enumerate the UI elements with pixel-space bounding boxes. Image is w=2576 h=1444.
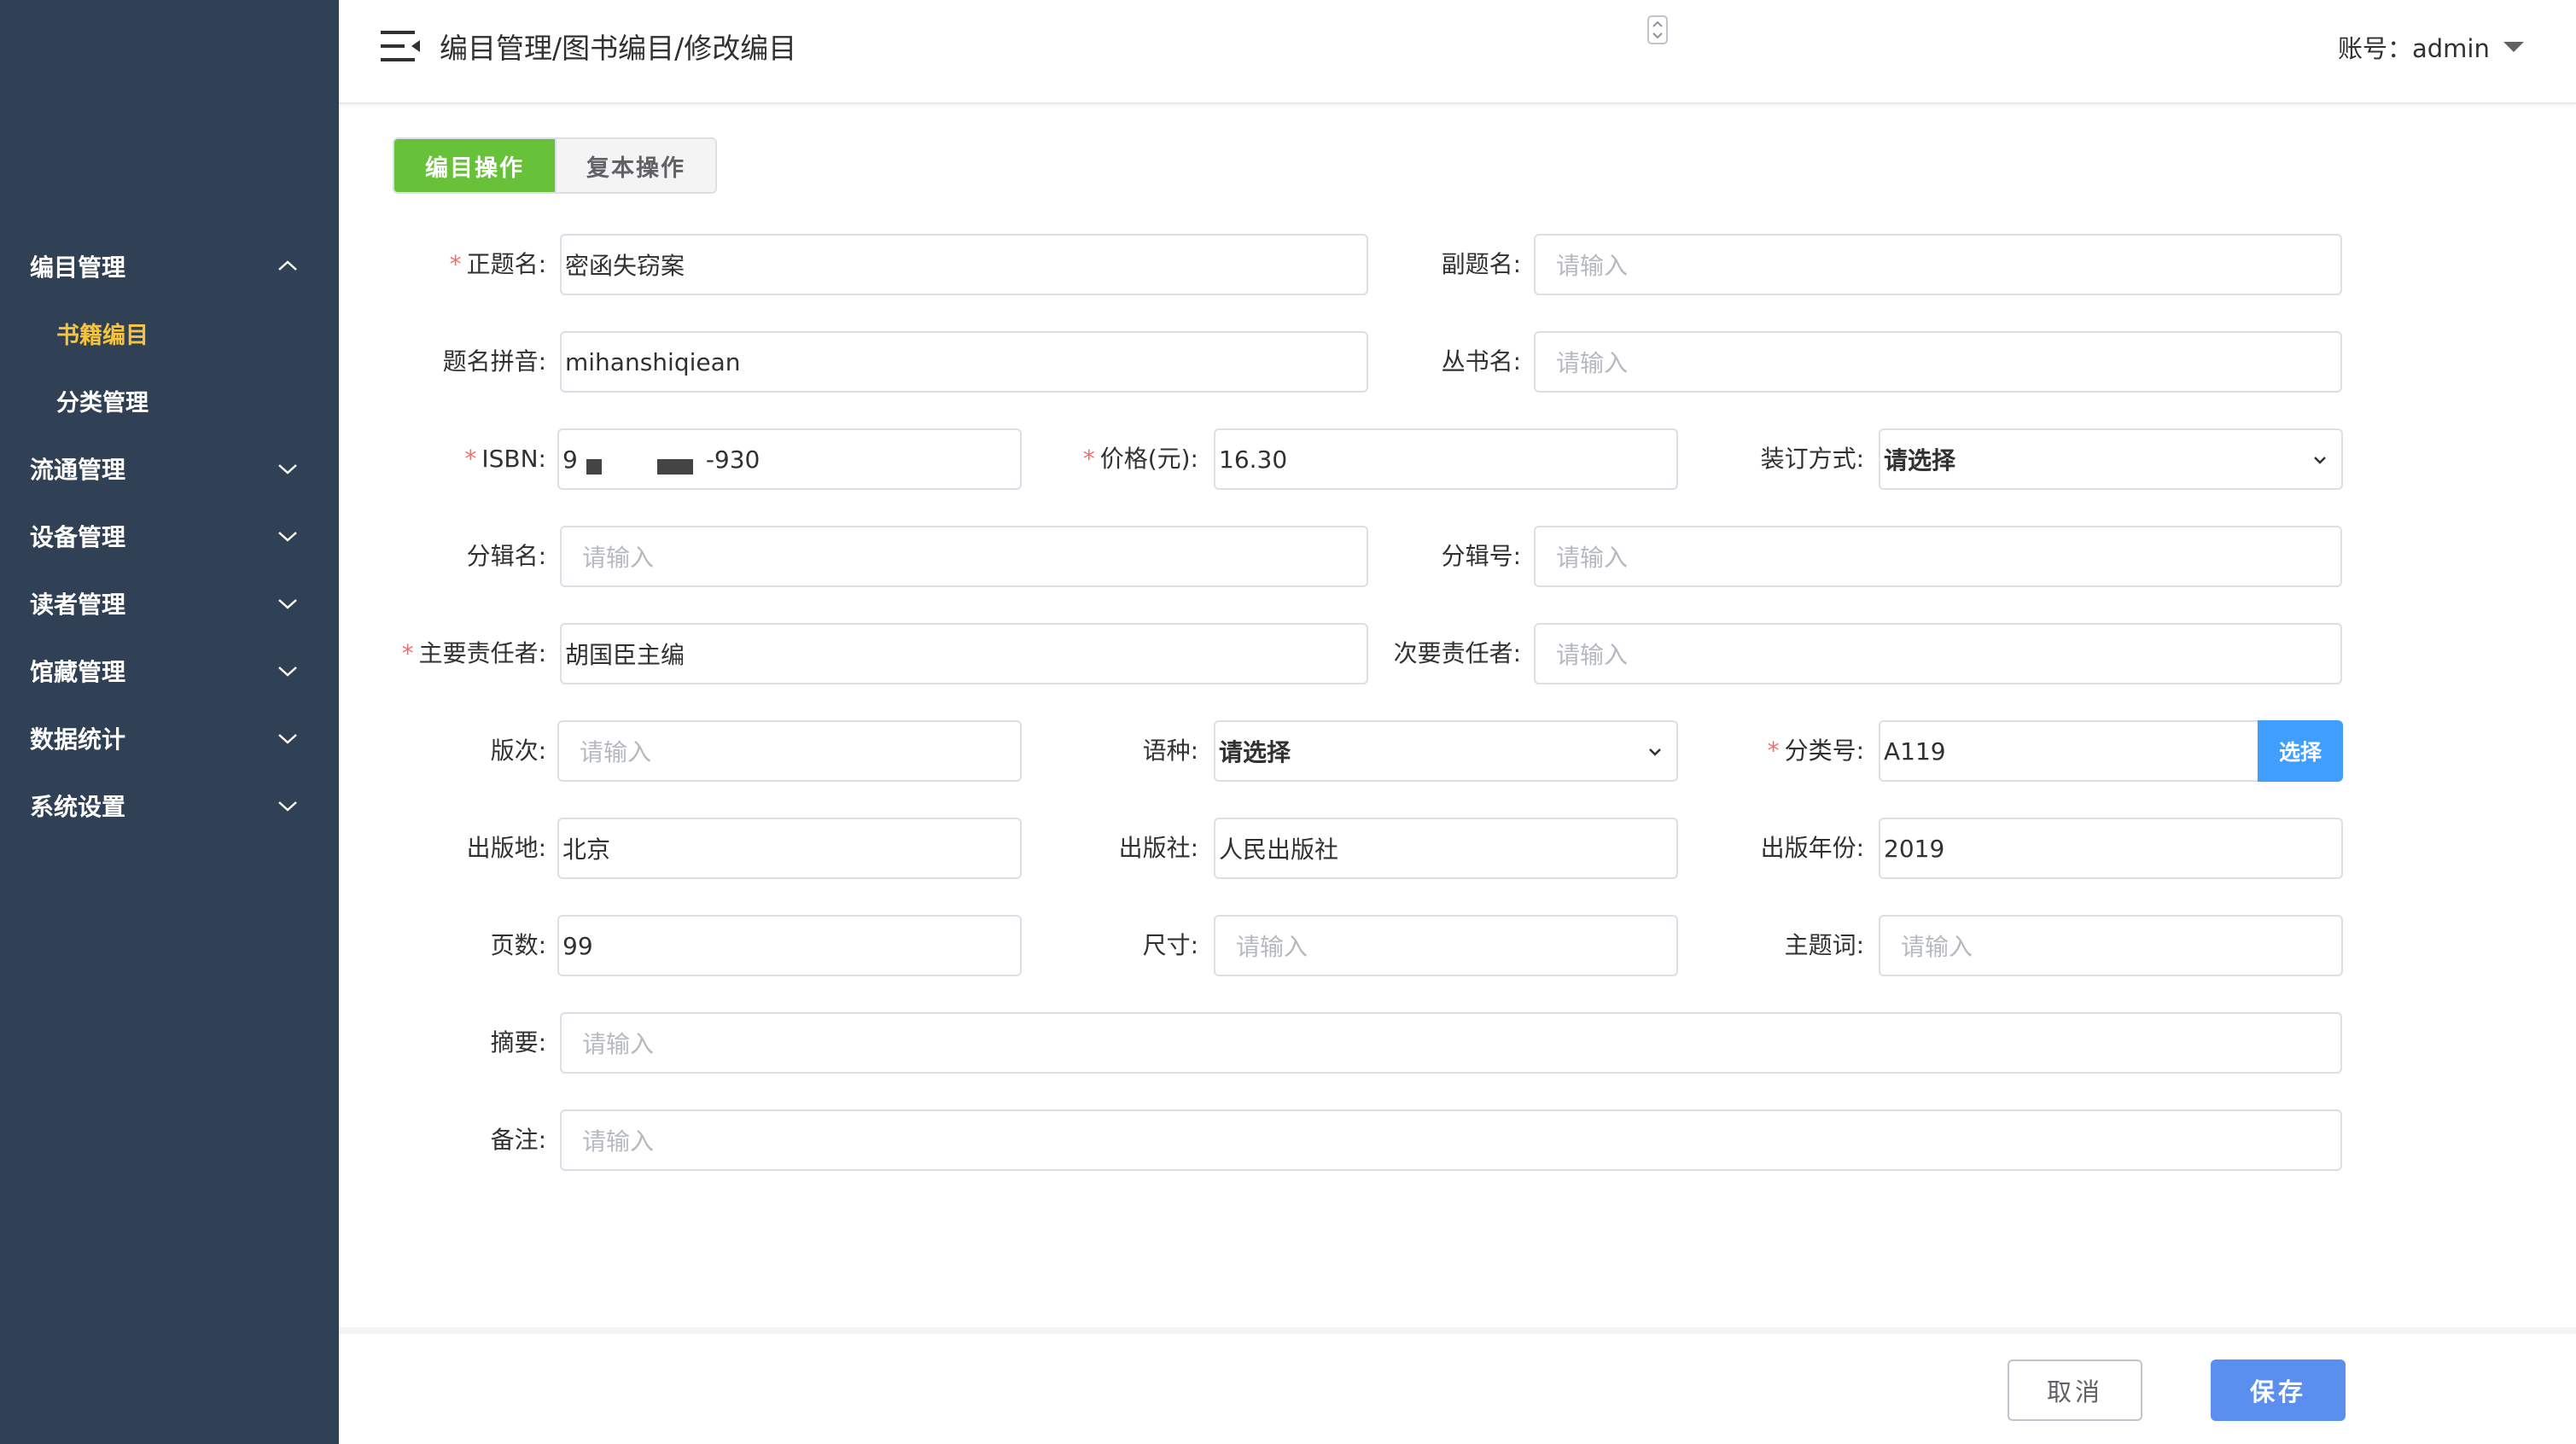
chevron-down-icon — [275, 456, 300, 481]
required-star-icon: * — [449, 250, 462, 278]
footer-divider — [339, 1327, 2576, 1334]
part-no-input[interactable]: 请输入 — [1534, 526, 2342, 587]
title-label: * 正题名: — [449, 250, 546, 278]
account-label[interactable]: 账号：admin — [2338, 29, 2490, 65]
series-label: 丛书名: — [1441, 347, 1521, 376]
pub-place-label: 出版地: — [466, 834, 546, 862]
redaction-block — [657, 459, 693, 475]
sidebar-item-catalog[interactable]: 编目管理 — [0, 232, 339, 300]
pinyin-input[interactable]: mihanshiqiean — [560, 331, 1368, 393]
language-select[interactable]: 请选择 — [1214, 720, 1678, 782]
subject-input[interactable]: 请输入 — [1879, 915, 2343, 976]
part-name-label: 分辑名: — [466, 542, 546, 570]
abstract-label: 摘要: — [490, 1028, 546, 1057]
pages-input[interactable]: 99 — [557, 915, 1022, 976]
sidebar-item-label: 读者管理 — [30, 590, 126, 619]
chevron-down-icon — [275, 658, 300, 684]
subtitle-input[interactable]: 请输入 — [1534, 234, 2342, 295]
chevron-down-icon — [275, 523, 300, 549]
sidebar-item-devices[interactable]: 设备管理 — [0, 502, 339, 569]
sidebar: 编目管理 书籍编目 分类管理 流通管理 设备管理 读者管理 馆藏管理 数据统计 — [0, 0, 339, 1444]
secondary-author-label: 次要责任者: — [1393, 639, 1521, 667]
edition-label: 版次: — [490, 737, 546, 765]
redaction-block — [586, 459, 602, 475]
binding-select-value: 请选择 — [1884, 446, 1956, 475]
edition-input[interactable]: 请输入 — [557, 720, 1022, 782]
required-star-icon: * — [401, 639, 414, 667]
size-input[interactable]: 请输入 — [1214, 915, 1678, 976]
sidebar-subitem-category[interactable]: 分类管理 — [0, 367, 339, 434]
chevron-down-icon — [1646, 742, 1664, 761]
sidebar-item-statistics[interactable]: 数据统计 — [0, 704, 339, 771]
chevron-down-icon — [2311, 451, 2329, 469]
sidebar-subitem-book-catalog[interactable]: 书籍编目 — [0, 300, 339, 367]
chevron-up-icon — [275, 253, 300, 279]
required-star-icon: * — [1082, 445, 1095, 473]
publisher-label: 出版社: — [1118, 834, 1198, 862]
sidebar-item-readers[interactable]: 读者管理 — [0, 569, 339, 637]
sidebar-item-circulation[interactable]: 流通管理 — [0, 434, 339, 502]
binding-select[interactable]: 请选择 — [1879, 428, 2343, 490]
sidebar-item-label: 馆藏管理 — [30, 657, 126, 686]
menu-fold-icon[interactable] — [379, 27, 422, 66]
isbn-prefix: 9 — [562, 445, 578, 474]
language-select-value: 请选择 — [1219, 738, 1291, 766]
sidebar-item-collection[interactable]: 馆藏管理 — [0, 637, 339, 704]
subtitle-label: 副题名: — [1441, 250, 1521, 278]
sidebar-item-label: 设备管理 — [30, 522, 126, 551]
sidebar-item-settings[interactable]: 系统设置 — [0, 771, 339, 839]
main-author-label: * 主要责任者: — [401, 639, 546, 667]
sidebar-subitem-label: 分类管理 — [56, 390, 149, 416]
series-input[interactable]: 请输入 — [1534, 331, 2342, 393]
sidebar-item-label: 流通管理 — [30, 455, 126, 484]
language-label: 语种: — [1142, 737, 1198, 765]
price-input[interactable]: 16.30 — [1214, 428, 1678, 490]
chevron-down-icon — [275, 793, 300, 818]
pinyin-label: 题名拼音: — [442, 347, 546, 376]
remark-input[interactable]: 请输入 — [560, 1109, 2342, 1171]
number-spinner-icon[interactable] — [1647, 15, 1668, 44]
class-no-input[interactable]: A119 — [1879, 720, 2259, 782]
sidebar-item-label: 系统设置 — [30, 792, 126, 821]
sidebar-item-label: 数据统计 — [30, 725, 126, 754]
pub-year-input[interactable]: 2019 — [1879, 818, 2343, 879]
tab-copy-operation[interactable]: 复本操作 — [555, 139, 715, 192]
choose-class-button[interactable]: 选择 — [2258, 720, 2343, 782]
subject-label: 主题词: — [1784, 931, 1864, 959]
pages-label: 页数: — [490, 931, 546, 959]
sidebar-subitem-label: 书籍编目 — [56, 323, 149, 349]
caret-down-icon[interactable] — [2501, 38, 2526, 55]
cancel-button[interactable]: 取消 — [2008, 1360, 2142, 1421]
tab-catalog-operation[interactable]: 编目操作 — [394, 139, 555, 192]
tab-group: 编目操作 复本操作 — [393, 137, 717, 194]
remark-label: 备注: — [490, 1126, 546, 1154]
breadcrumb: 编目管理/图书编目/修改编目 — [440, 32, 797, 65]
secondary-author-input[interactable]: 请输入 — [1534, 623, 2342, 684]
isbn-input[interactable]: 9 -930 — [557, 428, 1022, 490]
part-name-input[interactable]: 请输入 — [560, 526, 1368, 587]
sidebar-item-label: 编目管理 — [30, 253, 126, 282]
chevron-down-icon — [275, 591, 300, 616]
binding-label: 装订方式: — [1760, 445, 1864, 473]
price-label: * 价格(元): — [1082, 445, 1198, 473]
publisher-input[interactable]: 人民出版社 — [1214, 818, 1678, 879]
save-button[interactable]: 保存 — [2211, 1360, 2346, 1421]
size-label: 尺寸: — [1142, 931, 1198, 959]
abstract-input[interactable]: 请输入 — [560, 1012, 2342, 1074]
required-star-icon: * — [464, 445, 477, 473]
main-author-input[interactable]: 胡国臣主编 — [560, 623, 1368, 684]
pub-year-label: 出版年份: — [1760, 834, 1864, 862]
pub-place-input[interactable]: 北京 — [557, 818, 1022, 879]
class-no-label: * 分类号: — [1767, 737, 1864, 765]
isbn-suffix: -930 — [705, 445, 761, 474]
isbn-label: * ISBN: — [464, 445, 546, 473]
chevron-down-icon — [275, 725, 300, 751]
required-star-icon: * — [1767, 737, 1780, 765]
part-no-label: 分辑号: — [1441, 542, 1521, 570]
title-input[interactable]: 密函失窃案 — [560, 234, 1368, 295]
header: 编目管理/图书编目/修改编目 账号：admin — [339, 0, 2576, 104]
